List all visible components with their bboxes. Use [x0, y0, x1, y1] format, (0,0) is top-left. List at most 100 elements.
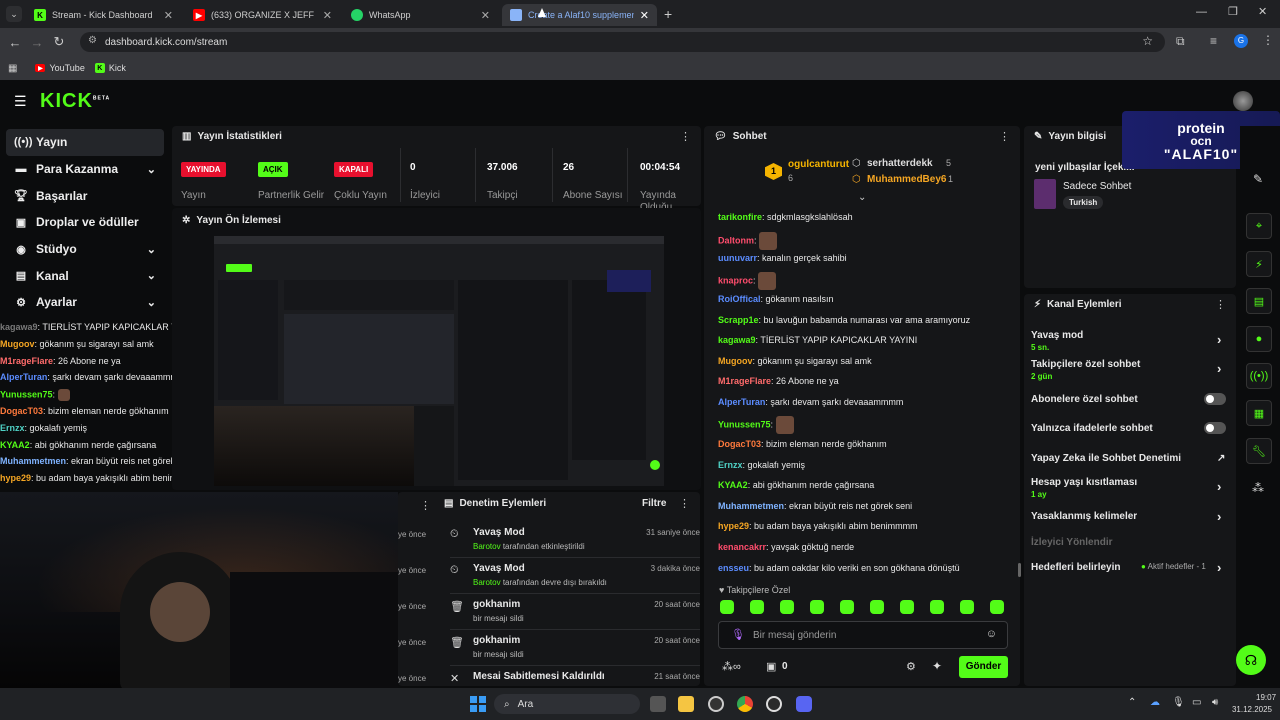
mic-icon[interactable]: 🎙︎	[731, 628, 745, 641]
gifter-name[interactable]: MuhammedBey6	[867, 174, 946, 185]
chat-username[interactable]: Yunussen75	[718, 419, 771, 429]
bookmark-star-icon[interactable]: ☆	[1142, 34, 1153, 48]
chat-message[interactable]: DogacT03: bizim eleman nerde gökhanım	[718, 437, 887, 451]
chat-message[interactable]: ensseu: bu adam oakdar kilo veriki en so…	[718, 561, 960, 575]
reload-icon[interactable]: ↻	[48, 34, 70, 50]
chat-message[interactable]: Scrapp1e: bu lavuğun babamda numarası va…	[718, 313, 970, 327]
chat-message[interactable]: Muhammetmen: ekran büyüt reis net görek …	[718, 499, 912, 513]
channel-action-slow-mode[interactable]: Yavaş mod 5 sn. ›	[1031, 330, 1231, 352]
taskbar-search[interactable]: ⌕ Ara	[494, 694, 640, 714]
chat-message[interactable]: uunuvarr: kanalın gerçek sahibi	[718, 251, 847, 265]
clock-time[interactable]: 19:07	[1256, 693, 1276, 702]
sidebar-item-para-kazanma[interactable]: ▬ Para Kazanma ⌄	[0, 156, 170, 183]
chat-message[interactable]: kenancakrr: yavşak göktuğ nerde	[718, 540, 854, 554]
close-icon[interactable]: ✕	[640, 9, 649, 22]
chat-input[interactable]: 🎙︎ Bir mesaj gönderin ☺	[718, 621, 1008, 649]
back-icon[interactable]: ←	[4, 35, 26, 50]
chat-username[interactable]: Scrapp1e	[718, 315, 759, 325]
minimize-button[interactable]: —	[1196, 6, 1207, 18]
subscribers-only-toggle[interactable]	[1204, 393, 1226, 405]
emote-button[interactable]	[990, 600, 1004, 614]
monitor-icon[interactable]: ▭	[1192, 697, 1201, 708]
chat-message[interactable]: AlperTuran: şarkı devam şarkı devaaammmm	[718, 395, 903, 409]
quick-action-chat[interactable]: ●	[1246, 326, 1272, 352]
channel-points-icon[interactable]: ⁂∞	[722, 660, 741, 673]
channel-action-account-age[interactable]: Hesap yaşı kısıtlaması 1 ay ›	[1031, 477, 1231, 499]
help-support-button[interactable]: ☊	[1236, 645, 1266, 675]
gifter-name[interactable]: serhatterdekk	[867, 158, 933, 169]
emoji-icon[interactable]: ☺	[986, 628, 997, 640]
cloud-icon[interactable]: ☁	[1150, 697, 1160, 708]
emote-button[interactable]	[960, 600, 974, 614]
windows-start-icon[interactable]	[470, 696, 486, 712]
bookmark-kick[interactable]: K Kick	[94, 63, 126, 73]
sidebar-item-studyo[interactable]: ◉ Stüdyo ⌄	[0, 236, 170, 263]
chat-username[interactable]: AlperTuran	[718, 397, 765, 407]
user-avatar[interactable]	[1233, 91, 1253, 111]
menu-kebab-icon[interactable]: ⋮	[1262, 33, 1274, 47]
tab-youtube[interactable]: ▶ (633) ORGANIZE X JEFF REDD ✕	[185, 4, 340, 26]
chat-username[interactable]: DogacT03	[718, 439, 761, 449]
chat-username[interactable]: uunuvarr	[718, 253, 757, 263]
chat-message[interactable]: RoiOffical: gökanım nasılsın	[718, 292, 834, 306]
close-icon[interactable]: ✕	[323, 9, 332, 22]
obs-icon[interactable]	[708, 696, 724, 712]
mic-icon[interactable]: 🎙︎	[1172, 697, 1185, 708]
chat-scrollbar[interactable]	[1018, 563, 1021, 577]
chat-username[interactable]: ensseu	[718, 563, 749, 573]
panel-menu-icon[interactable]: ⋮	[1215, 298, 1226, 311]
emote-button[interactable]	[900, 600, 914, 614]
panel-menu-icon[interactable]: ⋮	[680, 130, 691, 143]
chat-username[interactable]: Daltonm	[718, 235, 754, 245]
hamburger-menu-icon[interactable]: ☰	[14, 93, 27, 110]
quick-action-tools[interactable]: 🔧︎	[1246, 438, 1272, 464]
panel-menu-icon[interactable]: ⋮	[420, 499, 431, 512]
apps-grid-icon[interactable]: ▦	[8, 63, 17, 74]
chat-username[interactable]: Mugoov	[718, 356, 753, 366]
tab-kick-dashboard[interactable]: K Stream - Kick Dashboard ✕	[26, 4, 181, 26]
site-info-icon[interactable]: ⚙	[88, 35, 97, 46]
clock-date[interactable]: 31.12.2025	[1226, 705, 1272, 714]
chat-username[interactable]: tarikonfire	[718, 212, 762, 222]
expand-chevron-icon[interactable]: ⌄	[858, 192, 866, 203]
close-window-button[interactable]: ✕	[1258, 5, 1267, 18]
chat-username[interactable]: hype29	[718, 521, 749, 531]
task-view-icon[interactable]	[650, 696, 666, 712]
sidebar-item-basarilar[interactable]: 🏆︎ Başarılar	[0, 182, 170, 209]
chat-message[interactable]: kagawa9: TİERLİST YAPIP KAPICAKLAR YAYIN…	[718, 333, 917, 347]
chat-username[interactable]: M1rageFlare	[718, 376, 771, 386]
chat-message[interactable]: Mugoov: gökanım şu sigarayı sal amk	[718, 354, 872, 368]
category-name[interactable]: Sadece Sohbet	[1063, 181, 1131, 192]
emote-button[interactable]	[750, 600, 764, 614]
chat-message[interactable]: Ernzx: gokalafı yemiş	[718, 458, 805, 472]
restore-button[interactable]: ❐	[1228, 5, 1238, 18]
quick-action-camera[interactable]: ⌖	[1246, 213, 1272, 239]
chat-username[interactable]: kagawa9	[718, 335, 756, 345]
reading-list-icon[interactable]: ≡	[1210, 34, 1217, 48]
emote-button[interactable]	[840, 600, 854, 614]
sidebar-item-droplar[interactable]: ▣ Droplar ve ödüller	[0, 209, 170, 236]
channel-action-followers-only[interactable]: Takipçilere özel sohbet 2 gün ›	[1031, 359, 1231, 381]
filter-button[interactable]: Filtre	[642, 498, 666, 509]
chatgpt-icon[interactable]	[766, 696, 782, 712]
pencil-icon[interactable]: ✎	[1253, 172, 1263, 186]
gift-icon[interactable]: ▣	[766, 660, 776, 673]
new-tab-button[interactable]: +	[664, 6, 672, 22]
chat-settings-icon[interactable]: ⚙	[906, 660, 916, 673]
file-explorer-icon[interactable]	[678, 696, 694, 712]
chat-message[interactable]: tarikonfire: sdgkmlasgkslahlösah	[718, 210, 853, 224]
quick-action-notes[interactable]: ▤	[1246, 288, 1272, 314]
emotes-only-toggle[interactable]	[1204, 422, 1226, 434]
chat-message[interactable]: M1rageFlare: 26 Abone ne ya	[718, 374, 839, 388]
moderation-log-item[interactable]: ⏲ Yavaş Mod Barotov tarafından etkinleştir…	[450, 524, 700, 558]
tray-chevron-icon[interactable]: ⌃	[1128, 697, 1136, 708]
sidebar-item-yayin[interactable]: ((•)) Yayın	[6, 129, 164, 156]
top-gifter-name[interactable]: ogulcanturut	[788, 159, 849, 170]
emote-button[interactable]	[870, 600, 884, 614]
quick-action-flash[interactable]: ⚡︎	[1246, 251, 1272, 277]
emote-button[interactable]	[810, 600, 824, 614]
chat-username[interactable]: KYAA2	[718, 480, 748, 490]
profile-avatar[interactable]: G	[1234, 34, 1248, 48]
tab-alaf10-list[interactable]: Create a Alaf10 supplement list ✕	[502, 4, 657, 26]
stream-preview-video[interactable]	[214, 236, 664, 486]
